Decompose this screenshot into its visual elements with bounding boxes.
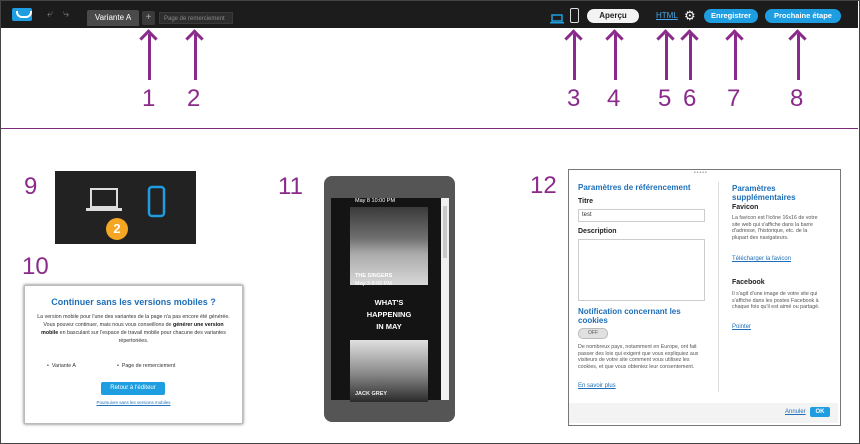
preview-button[interactable]: Aperçu: [587, 9, 639, 23]
callout-arrow: [689, 34, 692, 80]
facebook-label: Facebook: [732, 279, 765, 286]
favicon-label: Favicon: [732, 204, 759, 211]
artist-name: JACK GREY: [355, 391, 388, 397]
callout-arrow: [194, 34, 197, 80]
callout-arrow: [665, 34, 668, 80]
cancel-link[interactable]: Annuler: [785, 409, 806, 415]
learn-more-link[interactable]: En savoir plus: [578, 383, 616, 389]
seo-section-title: Paramètres de référencement: [578, 183, 691, 192]
undo-icon[interactable]: ⤶: [47, 8, 53, 21]
cookie-notification-toggle[interactable]: OFF: [578, 328, 608, 339]
list-item: • Variante A: [47, 363, 76, 369]
dialog-body: La version mobile pour l'une des variant…: [35, 313, 232, 345]
callout-number: 10: [22, 253, 49, 280]
cookie-section-title: Notification concernant les cookies: [578, 307, 681, 325]
logo-icon[interactable]: [12, 8, 32, 21]
mobile-view-icon[interactable]: [570, 8, 579, 23]
callout-arrow: [734, 34, 737, 80]
dialog-line: Vous pouvez continuer, mais nous vous co…: [43, 322, 173, 328]
headline-line: WHAT'S: [374, 298, 404, 307]
callout-arrow: [797, 34, 800, 80]
scrollbar-thumb[interactable]: [443, 206, 447, 258]
callout-number: 8: [790, 85, 804, 112]
seo-title-input[interactable]: test: [578, 209, 705, 222]
callout-number: 6: [683, 85, 697, 112]
callout-number: 9: [24, 173, 38, 200]
headline-line: HAPPENING: [366, 310, 412, 319]
column-divider: [718, 182, 719, 392]
mobile-badge-count: 2: [113, 221, 121, 236]
callout-number: 2: [187, 85, 201, 112]
desktop-view-icon[interactable]: [550, 11, 564, 24]
section-divider: [1, 128, 858, 129]
dialog-line: en basculant sur l'espace de travail mob…: [58, 330, 226, 344]
ok-button[interactable]: OK: [810, 407, 830, 417]
tab-variante-a[interactable]: Variante A: [87, 10, 139, 26]
download-favicon-link[interactable]: Télécharger la favicon: [732, 256, 791, 262]
dialog-title: Continuer sans les versions mobiles ?: [51, 297, 216, 307]
callout-arrow: [148, 34, 151, 80]
callout-number: 12: [530, 172, 557, 199]
callout-number: 7: [727, 85, 741, 112]
point-image-link[interactable]: Pointer: [732, 324, 751, 330]
callout-number: 11: [278, 173, 303, 200]
dialog-line: La version mobile pour l'une des variant…: [37, 314, 230, 320]
drag-handle[interactable]: •••••: [694, 170, 708, 176]
headline-line: IN MAY: [376, 322, 402, 331]
event-date: May 8 10:00 PM: [355, 198, 396, 204]
gear-icon[interactable]: ⚙: [684, 8, 696, 23]
facebook-description: Il s'agit d'une image de votre site qui …: [732, 291, 820, 311]
title-label: Titre: [578, 198, 594, 205]
description-label: Description: [578, 228, 617, 235]
event-date: May 3 8:00 PM: [355, 281, 392, 287]
html-link[interactable]: HTML: [656, 11, 678, 20]
extra-settings-title: Paramètres supplémentaires: [732, 184, 796, 202]
cookie-description: De nombreux pays, notamment en Europe, o…: [578, 344, 699, 370]
band-name: THE SINGERS: [355, 273, 393, 279]
continue-without-mobile-link[interactable]: Poursuivre sans les versions mobiles: [25, 400, 242, 405]
callout-number: 4: [607, 85, 621, 112]
editor-toolbar: ⤶ ⤷ Variante A + Page de remerciement Ap…: [1, 1, 858, 28]
seo-description-input[interactable]: [578, 239, 705, 301]
favicon-description: La favicon est l'icône 16x16 de votre si…: [732, 215, 818, 241]
mobile-warning-dialog: Continuer sans les versions mobiles ? La…: [24, 285, 243, 424]
callout-number: 1: [142, 85, 156, 112]
next-step-button[interactable]: Prochaine étape: [765, 9, 841, 23]
device-switch-zoom: 2: [55, 171, 196, 244]
redo-icon[interactable]: ⤷: [63, 8, 69, 21]
add-variant-button[interactable]: +: [142, 11, 155, 25]
callout-number: 5: [658, 85, 672, 112]
save-button[interactable]: Enregistrer: [704, 9, 758, 23]
callout-arrow: [573, 34, 576, 80]
back-to-editor-button[interactable]: Retour à l'éditeur: [101, 382, 165, 395]
page-remerciement-tab[interactable]: Page de remerciement: [159, 12, 233, 24]
callout-arrow: [614, 34, 617, 80]
callout-number: 3: [567, 85, 581, 112]
list-item: • Page de remerciement: [117, 363, 176, 369]
